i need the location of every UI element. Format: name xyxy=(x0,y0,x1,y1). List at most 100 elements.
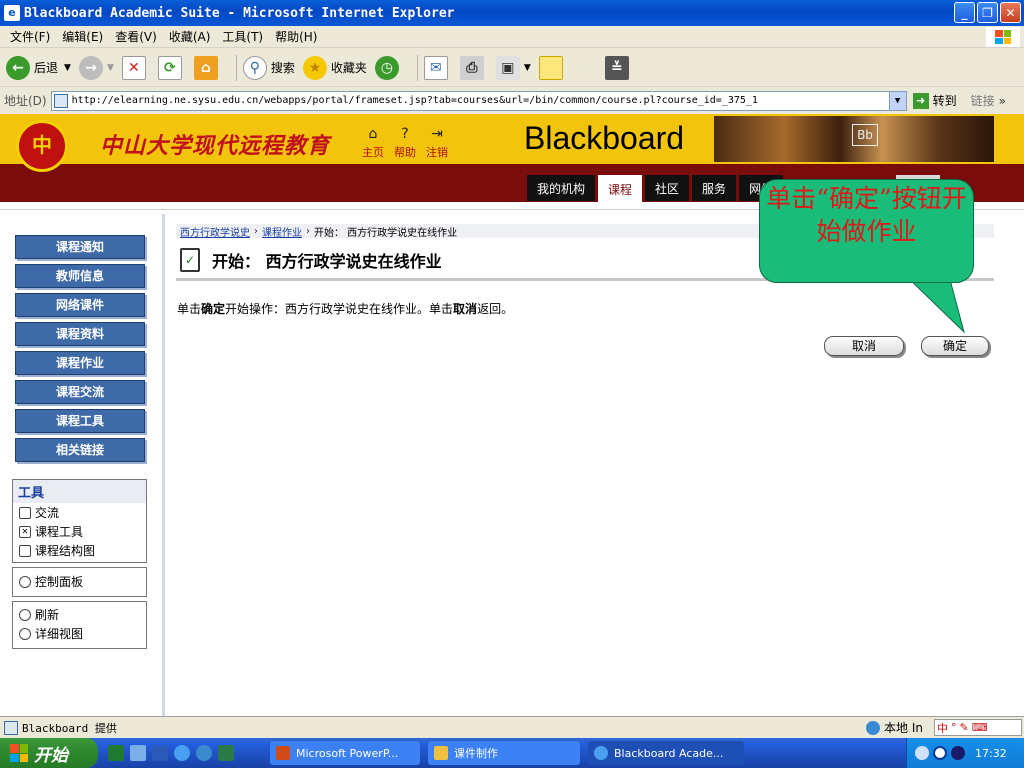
nav-course-materials[interactable]: 课程资料 xyxy=(15,322,145,346)
breadcrumb-assignments[interactable]: 课程作业 xyxy=(262,224,302,239)
address-dropdown-icon[interactable]: ▼ xyxy=(888,91,906,110)
nav-course-tools[interactable]: 课程工具 xyxy=(15,409,145,433)
tool-communication[interactable]: 交流 xyxy=(13,503,146,522)
nav-course-notice[interactable]: 课程通知 xyxy=(15,235,145,259)
address-label: 地址(D) xyxy=(4,94,47,108)
menu-favorites[interactable]: 收藏(A) xyxy=(163,28,217,45)
cancel-button[interactable]: 取消 xyxy=(824,336,904,356)
breadcrumb-course[interactable]: 西方行政学说史 xyxy=(180,224,250,239)
task-blackboard[interactable]: Blackboard Acade... xyxy=(588,741,744,765)
go-label: 转到 xyxy=(932,94,957,108)
refresh-button[interactable]: ⟳ xyxy=(157,55,186,80)
task-powerpoint[interactable]: Microsoft PowerP... xyxy=(270,741,420,765)
university-name: 中山大学现代远程教育 xyxy=(100,134,331,159)
logout-link[interactable]: ⇥ 注销 xyxy=(426,126,448,160)
desktop-icon[interactable] xyxy=(130,745,146,761)
instruction-part: 返回。 xyxy=(477,302,514,316)
help-link-label: 帮助 xyxy=(394,146,416,159)
detail-view-link[interactable]: 详细视图 xyxy=(13,624,146,643)
favorites-button[interactable]: ★ 收藏夹 xyxy=(302,55,367,80)
nav-teacher-info[interactable]: 教师信息 xyxy=(15,264,145,288)
address-url[interactable]: http://elearning.ne.sysu.edu.cn/webapps/… xyxy=(72,95,758,106)
ime-tray-icon[interactable] xyxy=(951,746,965,760)
tab-courses[interactable]: 课程 xyxy=(598,175,643,203)
control-panel-link[interactable]: 控制面板 xyxy=(13,572,146,591)
tab-my-institution[interactable]: 我的机构 xyxy=(527,175,596,201)
app-quick-icon[interactable] xyxy=(218,745,234,761)
instruction-ok-word: 确定 xyxy=(201,302,226,316)
forward-button[interactable]: → ▼ xyxy=(78,55,114,80)
ie-quick-icon[interactable] xyxy=(174,745,190,761)
back-dropdown-icon[interactable]: ▼ xyxy=(64,63,71,73)
menu-tools[interactable]: 工具(T) xyxy=(216,28,269,45)
control-panel-icon xyxy=(19,575,31,588)
back-button[interactable]: ← 后退 ▼ xyxy=(6,55,71,80)
zone-indicator: 本地 In xyxy=(866,719,923,736)
tool-course-tools[interactable]: ✕ 课程工具 xyxy=(13,522,146,541)
refresh-icon: ⟳ xyxy=(157,55,182,80)
task-blackboard-label: Blackboard Acade... xyxy=(614,746,724,760)
address-input[interactable]: http://elearning.ne.sysu.edu.cn/webapps/… xyxy=(50,90,907,111)
extension-icon: ≚ xyxy=(604,55,629,80)
task-folder[interactable]: 课件制作 xyxy=(428,741,580,765)
menu-edit[interactable]: 编辑(E) xyxy=(56,28,109,45)
breadcrumb-separator: › xyxy=(254,225,258,237)
tab-community[interactable]: 社区 xyxy=(645,175,690,201)
go-button[interactable]: ➜ 转到 xyxy=(912,92,957,109)
tools-title: 工具 xyxy=(13,480,146,503)
nav-related-links[interactable]: 相关链接 xyxy=(15,438,145,462)
links-button[interactable]: 链接 xyxy=(971,92,995,109)
home-link[interactable]: ⌂ 主页 xyxy=(362,126,384,160)
tray-arrow-icon[interactable] xyxy=(933,746,947,760)
menu-help[interactable]: 帮助(H) xyxy=(269,28,323,45)
edit-dropdown-icon[interactable]: ▼ xyxy=(524,63,531,73)
ime-chinese-icon[interactable]: 中 xyxy=(937,720,948,736)
windows-logo-icon xyxy=(986,27,1020,47)
browser-quick-icon[interactable] xyxy=(196,745,212,761)
help-link[interactable]: ? 帮助 xyxy=(394,126,416,160)
print-button[interactable]: ⎙ xyxy=(459,55,488,80)
tool-course-map[interactable]: 课程结构图 xyxy=(13,541,146,560)
wrench-icon: ✕ xyxy=(19,525,31,538)
clock: 17:32 xyxy=(975,746,1007,760)
minimize-button[interactable]: _ xyxy=(954,2,975,23)
refresh-link[interactable]: 刷新 xyxy=(13,605,146,624)
ime-keyboard-icon[interactable]: ⌨ xyxy=(972,721,988,734)
ime-toolbar[interactable]: 中 ° ✎ ⌨ xyxy=(934,719,1022,736)
word-icon[interactable] xyxy=(152,745,168,761)
home-button[interactable]: ⌂ xyxy=(193,55,222,80)
folder-icon xyxy=(434,746,448,760)
menu-view[interactable]: 查看(V) xyxy=(109,28,163,45)
back-label: 后退 xyxy=(34,61,59,75)
ie-task-icon xyxy=(594,746,608,760)
links-chevron-icon[interactable]: » xyxy=(999,94,1006,108)
home-link-label: 主页 xyxy=(362,146,384,159)
start-button[interactable]: 开始 xyxy=(0,738,98,768)
stop-button[interactable]: ✕ xyxy=(121,55,150,80)
history-button[interactable]: ◷ xyxy=(374,55,403,80)
ok-button[interactable]: 确定 xyxy=(921,336,989,356)
tool-course-map-label: 课程结构图 xyxy=(35,544,96,558)
window-title: Blackboard Academic Suite - Microsoft In… xyxy=(24,5,455,21)
instruction-text: 单击确定开始操作：西方行政学说史在线作业。单击取消返回。 xyxy=(177,300,513,317)
mail-button[interactable]: ✉ xyxy=(423,55,452,80)
ime-punct-icon[interactable]: ° xyxy=(951,721,957,734)
tab-services[interactable]: 服务 xyxy=(692,175,737,201)
menu-file[interactable]: 文件(F) xyxy=(4,28,56,45)
excel-icon[interactable] xyxy=(108,745,124,761)
network-icon[interactable] xyxy=(915,746,929,760)
ime-pen-icon[interactable]: ✎ xyxy=(960,721,969,734)
forward-dropdown-icon[interactable]: ▼ xyxy=(107,63,114,73)
maximize-button[interactable]: ❐ xyxy=(977,2,998,23)
nav-discussion[interactable]: 课程交流 xyxy=(15,380,145,404)
note-button[interactable] xyxy=(538,55,567,80)
task-folder-label: 课件制作 xyxy=(454,747,498,760)
edit-button[interactable]: ▣ ▼ xyxy=(495,55,531,80)
nav-courseware[interactable]: 网络课件 xyxy=(15,293,145,317)
nav-assignments[interactable]: 课程作业 xyxy=(15,351,145,375)
control-panel-label: 控制面板 xyxy=(35,575,84,589)
close-button[interactable]: ✕ xyxy=(1000,2,1021,23)
search-icon: ⚲ xyxy=(242,55,267,80)
extension-button[interactable]: ≚ xyxy=(604,55,633,80)
search-button[interactable]: ⚲ 搜索 xyxy=(242,55,295,80)
